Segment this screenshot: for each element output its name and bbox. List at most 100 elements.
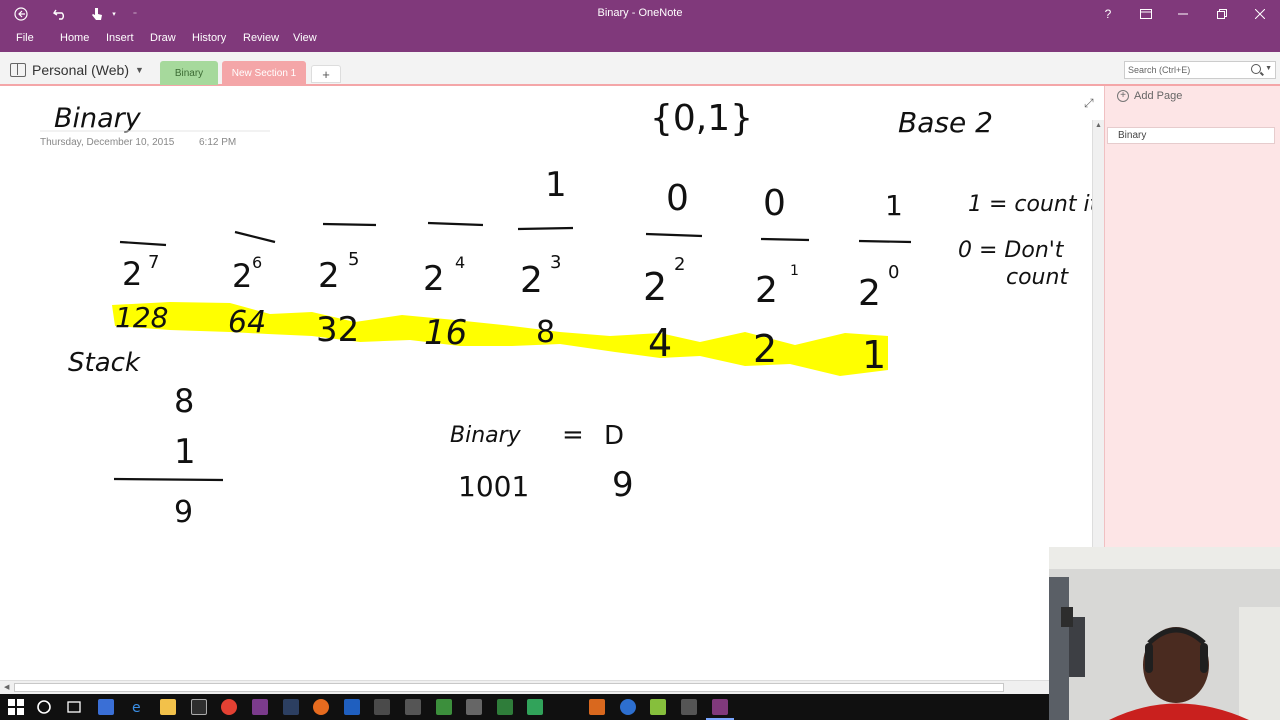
add-page-label: Add Page xyxy=(1134,90,1183,102)
binary-word: Binary xyxy=(450,423,522,448)
exponent-6: 6 xyxy=(252,253,262,272)
onenote-taskbar-icon[interactable] xyxy=(706,699,734,720)
notebook-bar: Personal (Web) ▼ Binary New Section 1 + xyxy=(0,52,1280,86)
place-value-64: 64 xyxy=(228,305,266,340)
place-value-1: 1 xyxy=(862,333,886,377)
menu-history[interactable]: History xyxy=(192,32,226,44)
chrome-icon[interactable] xyxy=(221,699,237,715)
menu-insert[interactable]: Insert xyxy=(106,32,134,44)
store-icon[interactable] xyxy=(191,699,207,715)
notebook-picker[interactable]: Personal (Web) ▼ xyxy=(10,62,144,78)
legend-zero: 0 = Don't xyxy=(958,238,1065,263)
add-section-button[interactable]: + xyxy=(311,65,341,83)
close-icon[interactable] xyxy=(1249,4,1271,24)
bit-blank-5 xyxy=(322,222,377,227)
svg-text:2: 2 xyxy=(232,257,252,295)
expand-icon[interactable]: ⤢ xyxy=(1084,96,1094,111)
search-placeholder: Search (Ctrl+E) xyxy=(1128,65,1191,75)
exponent-5: 5 xyxy=(348,249,359,270)
section-tab-new-section-1[interactable]: New Section 1 xyxy=(222,61,306,85)
bit-value-3: 1 xyxy=(545,165,567,205)
place-value-2: 2 xyxy=(753,327,777,371)
binary-value: 1001 xyxy=(458,470,529,503)
place-value-32: 32 xyxy=(316,310,359,350)
page-title[interactable]: Binary xyxy=(54,103,142,134)
page-time: 6:12 PM xyxy=(199,137,236,148)
bit-blank-0 xyxy=(858,239,912,244)
menu-home[interactable]: Home xyxy=(60,32,89,44)
taskbar: e xyxy=(0,694,1050,720)
search-icon[interactable] xyxy=(1251,64,1261,74)
app-icon-5[interactable] xyxy=(405,699,421,715)
app-icon-8[interactable] xyxy=(497,699,513,715)
edge-icon[interactable]: e xyxy=(130,699,146,716)
equals-sign: = xyxy=(562,420,584,450)
stack-mid: 1 xyxy=(174,432,196,472)
place-value-4: 4 xyxy=(648,321,672,365)
app-icon-6[interactable] xyxy=(436,699,452,715)
app-icon-3[interactable] xyxy=(344,699,360,715)
page-date: Thursday, December 10, 2015 xyxy=(40,137,175,148)
visual-studio-icon[interactable] xyxy=(252,699,268,715)
decimal-symbol: D xyxy=(604,421,624,451)
svg-text:2: 2 xyxy=(122,255,142,293)
stack-sum: 9 xyxy=(174,495,193,530)
legend-one: 1 = count it xyxy=(968,192,1092,217)
section-tab-binary[interactable]: Binary xyxy=(160,61,218,85)
page-list-item[interactable]: Binary xyxy=(1107,127,1275,144)
window-title: Binary - OneNote xyxy=(597,7,683,19)
app-icon-12[interactable] xyxy=(650,699,666,715)
app-icon-9[interactable] xyxy=(527,699,543,715)
set-notation: {0,1} xyxy=(650,98,753,139)
bit-blank-7 xyxy=(119,240,167,247)
ribbon-display-icon[interactable] xyxy=(1135,4,1157,24)
restore-icon[interactable] xyxy=(1211,4,1233,24)
place-value-8: 8 xyxy=(536,315,555,350)
plus-circle-icon: + xyxy=(1117,90,1129,102)
exponent-2: 2 xyxy=(674,254,685,275)
scroll-left-icon[interactable]: ◀ xyxy=(4,683,9,691)
app-icon-1[interactable] xyxy=(98,699,114,715)
app-icon-4[interactable] xyxy=(374,699,390,715)
minimize-icon[interactable] xyxy=(1172,4,1194,24)
notebook-name: Personal (Web) xyxy=(32,62,130,78)
exponent-4: 4 xyxy=(455,253,465,272)
file-explorer-icon[interactable] xyxy=(160,699,176,715)
windows-start-icon[interactable] xyxy=(8,699,24,715)
notebook-icon xyxy=(10,63,26,77)
bit-value-1: 0 xyxy=(763,183,786,224)
svg-text:2: 2 xyxy=(755,270,778,311)
app-icon-10[interactable] xyxy=(589,699,605,715)
bit-blank-4 xyxy=(427,221,484,227)
scroll-thumb[interactable] xyxy=(14,683,1004,692)
menu-review[interactable]: Review xyxy=(243,32,279,44)
place-value-128: 128 xyxy=(115,301,168,334)
page-canvas[interactable]: Binary Thursday, December 10, 2015 6:12 … xyxy=(0,88,1094,680)
search-box[interactable]: Search (Ctrl+E) ▼ xyxy=(1124,61,1276,79)
help-icon[interactable]: ? xyxy=(1097,4,1119,24)
app-icon-7[interactable] xyxy=(466,699,482,715)
menu-file[interactable]: File xyxy=(16,32,34,44)
task-view-icon[interactable] xyxy=(66,699,82,715)
exponent-1: 1 xyxy=(790,263,799,279)
cortana-search-icon[interactable] xyxy=(36,699,52,715)
scroll-up-icon[interactable]: ▲ xyxy=(1095,122,1102,129)
firefox-icon[interactable] xyxy=(313,699,329,715)
chevron-down-icon: ▼ xyxy=(135,65,144,75)
app-icon-13[interactable] xyxy=(681,699,697,715)
svg-text:2: 2 xyxy=(643,265,667,309)
title-bar: ▾ ⁼ Binary - OneNote ? xyxy=(0,0,1280,28)
app-icon-11[interactable] xyxy=(620,699,636,715)
search-scope-chevron-icon[interactable]: ▼ xyxy=(1265,65,1272,72)
ink-layer: Binary Thursday, December 10, 2015 6:12 … xyxy=(40,98,1092,530)
decimal-value: 9 xyxy=(612,465,634,505)
app-icon-2[interactable] xyxy=(283,699,299,715)
svg-text:2: 2 xyxy=(520,260,543,301)
bit-blank-2 xyxy=(645,232,703,238)
menu-view[interactable]: View xyxy=(293,32,317,44)
pages-pane: + Add Page Binary xyxy=(1104,86,1280,548)
add-page-button[interactable]: + Add Page xyxy=(1117,90,1182,102)
horizontal-scrollbar[interactable]: ◀ xyxy=(0,680,1050,694)
bit-blank-6 xyxy=(234,230,276,244)
menu-draw[interactable]: Draw xyxy=(150,32,176,44)
